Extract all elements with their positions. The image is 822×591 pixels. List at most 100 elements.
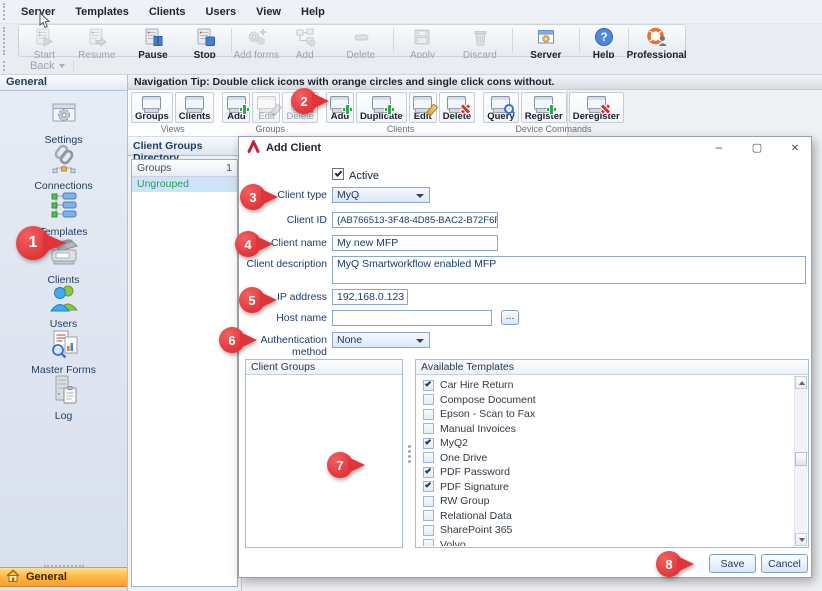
ribbon-button-add-group[interactable]: Add — [222, 92, 250, 123]
template-row[interactable]: PDF Signature — [417, 480, 794, 495]
template-checkbox[interactable] — [423, 409, 434, 420]
ribbon-button-duplicate-client[interactable]: Duplicate — [356, 92, 407, 123]
toolbar-button[interactable]: Apply settings — [395, 25, 449, 56]
menu-item[interactable]: View — [247, 3, 290, 21]
template-row[interactable]: Manual Invoices — [417, 422, 794, 437]
ribbon-button-query[interactable]: Query — [483, 92, 518, 123]
scroll-down-icon[interactable] — [795, 533, 807, 546]
menu-bar: Server Templates Clients Users View Help — [0, 0, 822, 24]
client-type-dropdown[interactable]: MyQ — [332, 187, 430, 203]
toolbar-button[interactable]: Delete template — [331, 25, 391, 56]
toolbar-button[interactable]: Professional Services — [630, 25, 683, 56]
maximize-icon[interactable] — [751, 141, 763, 155]
annotation-pin-6: 6 — [219, 327, 245, 353]
sidebar-item-users[interactable]: Users — [0, 282, 127, 328]
close-icon[interactable] — [789, 141, 801, 155]
cancel-button[interactable]: Cancel — [761, 554, 808, 573]
template-checkbox[interactable] — [423, 481, 434, 492]
template-checkbox[interactable] — [423, 510, 434, 521]
template-row[interactable]: Relational Data — [417, 509, 794, 524]
log-icon — [48, 374, 80, 409]
template-row[interactable]: MyQ2 — [417, 436, 794, 451]
template-row[interactable]: SharePoint 365 — [417, 523, 794, 538]
ribbon-toolbar: Groups Clients Views Add Edit — [128, 90, 822, 137]
ribbon-button-edit-group[interactable]: Edit — [252, 92, 280, 123]
sidebar-item-master-forms[interactable]: Master Forms — [0, 328, 127, 374]
menu-item[interactable]: Clients — [140, 3, 195, 21]
ribbon-button-register[interactable]: Register — [521, 92, 567, 123]
menu-item[interactable]: Users — [197, 3, 246, 21]
toolbar-button[interactable]: Stop server — [180, 25, 229, 56]
toolbar-button[interactable]: Add forms recognition — [234, 25, 279, 56]
annotation-pin-8: 8 — [656, 551, 682, 577]
template-row[interactable]: RW Group — [417, 494, 794, 509]
template-checkbox[interactable] — [423, 539, 434, 546]
delete-client-icon — [447, 96, 466, 110]
settings-icon — [48, 98, 80, 133]
template-row[interactable]: Volvo — [417, 538, 794, 547]
minimize-icon[interactable] — [713, 141, 725, 155]
add-client-dialog: Add Client Active Client type MyQ Client… — [238, 136, 812, 578]
sidebar-splitter[interactable] — [0, 558, 127, 564]
template-row[interactable]: Compose Document — [417, 393, 794, 408]
host-name-browse-button[interactable]: ... — [501, 310, 519, 325]
sidebar-footer-general[interactable]: General — [0, 567, 127, 587]
template-checkbox[interactable] — [423, 525, 434, 536]
dialog-title-bar[interactable]: Add Client — [239, 137, 811, 159]
ribbon-button-clients-view[interactable]: Clients — [175, 92, 215, 123]
host-name-label: Host name — [239, 312, 327, 324]
toolbar-button[interactable]: Add workflow — [279, 25, 331, 56]
templates-scrollbar[interactable] — [794, 376, 807, 546]
menu-item[interactable]: Help — [292, 3, 334, 21]
ribbon-button-delete-client[interactable]: Delete — [439, 92, 476, 123]
host-name-input[interactable] — [332, 310, 492, 326]
sidebar-item-connections[interactable]: Connections — [0, 144, 127, 190]
client-description-input[interactable]: MyQ Smartworkflow enabled MFP — [332, 256, 806, 284]
ribbon-button-add-client[interactable]: Add — [326, 92, 354, 123]
ribbon-button-edit-client[interactable]: Edit — [409, 92, 437, 123]
template-checkbox[interactable] — [423, 438, 434, 449]
toolbar-button[interactable]: Server Settings — [515, 25, 577, 56]
groups-list-header[interactable]: Groups 1 — [132, 160, 237, 177]
template-row[interactable]: PDF Password — [417, 465, 794, 480]
template-row[interactable]: Epson - Scan to Fax — [417, 407, 794, 422]
scroll-up-icon[interactable] — [795, 376, 807, 389]
sidebar: General Settings Connections Templates C… — [0, 75, 128, 591]
active-checkbox[interactable] — [332, 168, 344, 180]
toolbar-grip[interactable] — [3, 27, 8, 55]
template-checkbox[interactable] — [423, 496, 434, 507]
authentication-method-dropdown[interactable]: None — [332, 332, 430, 348]
back-button[interactable]: Back — [22, 60, 74, 73]
template-checkbox[interactable] — [423, 452, 434, 463]
ribbon-button-groups-view[interactable]: Groups — [131, 92, 173, 123]
help-icon: ? — [593, 26, 615, 51]
toolbar-button[interactable]: Pause server — [126, 25, 180, 56]
client-name-input[interactable]: My new MFP — [332, 235, 498, 251]
duplicate-client-icon — [372, 96, 391, 110]
template-label: PDF Password — [440, 466, 510, 478]
ribbon-button-deregister[interactable]: Deregister — [569, 92, 624, 123]
template-row[interactable]: Car Hire Return — [417, 378, 794, 393]
toolbar-button[interactable]: ? Help — [582, 25, 626, 56]
save-button[interactable]: Save — [709, 554, 756, 573]
template-row[interactable]: One Drive — [417, 451, 794, 466]
client-id-input[interactable]: {AB766513-3F48-4D85-BAC2-B72F6F680053} — [332, 212, 498, 228]
toolbar-button[interactable]: Resume server — [68, 25, 126, 56]
sidebar-item-settings[interactable]: Settings — [0, 98, 127, 144]
deregister-icon — [587, 96, 606, 110]
toolbar-button[interactable]: Start server — [21, 25, 68, 56]
menu-item[interactable]: Templates — [66, 3, 138, 21]
scrollbar-thumb[interactable] — [795, 452, 807, 466]
template-checkbox[interactable] — [423, 394, 434, 405]
ip-address-input[interactable]: 192,168.0.123 — [332, 289, 408, 305]
toolbar-grip[interactable] — [3, 61, 8, 71]
toolbar-grip[interactable] — [3, 3, 8, 20]
template-checkbox[interactable] — [423, 467, 434, 478]
group-list-item[interactable]: Ungrouped — [132, 177, 237, 192]
sidebar-item-log[interactable]: Log — [0, 374, 127, 420]
template-checkbox[interactable] — [423, 380, 434, 391]
panel-splitter[interactable] — [406, 359, 413, 548]
template-checkbox[interactable] — [423, 423, 434, 434]
toolbar-button[interactable]: Discard settings — [450, 25, 511, 56]
users-icon — [48, 282, 80, 317]
